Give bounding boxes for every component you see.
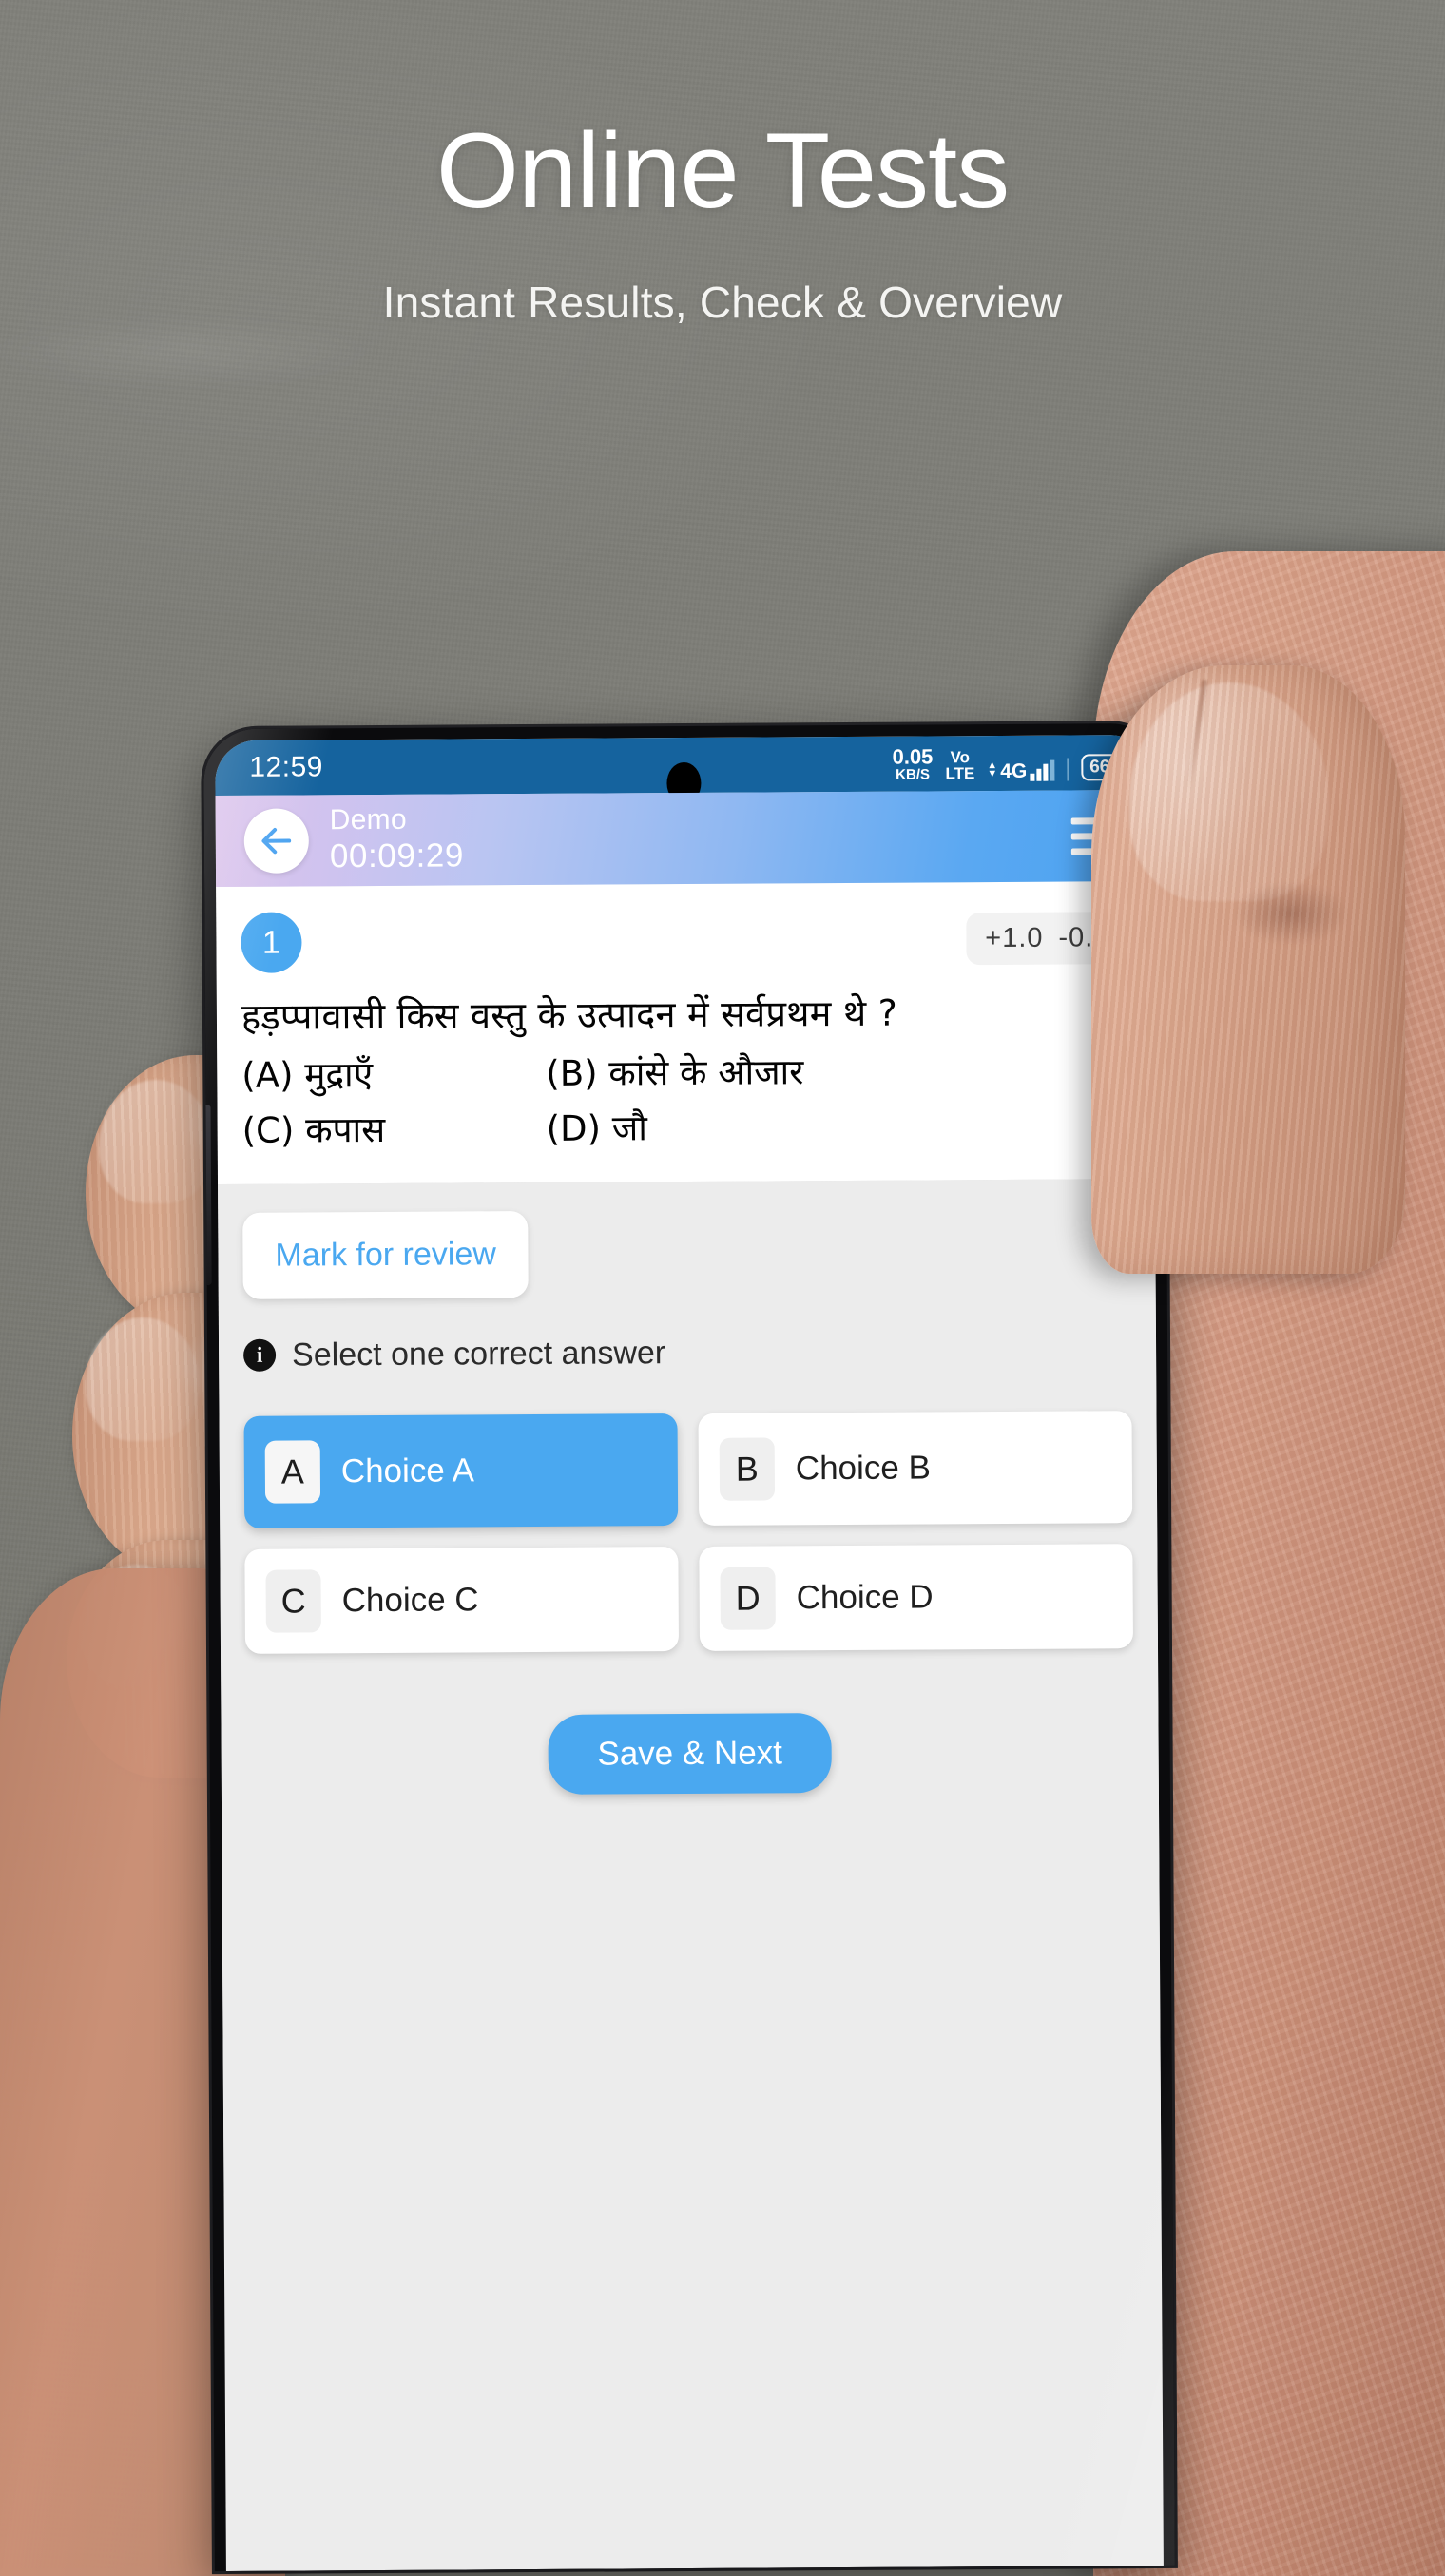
choice-letter-b: B: [719, 1437, 776, 1501]
promo-text-block: Online Tests Instant Results, Check & Ov…: [0, 118, 1445, 328]
question-card: 1 +1.0 -0.0 हड़प्पावासी किस वस्तु के उत्…: [216, 881, 1155, 1184]
choice-letter-c: C: [265, 1569, 321, 1633]
volte-bottom-text: LTE: [945, 763, 975, 782]
question-option-c: (C) कपास: [241, 1109, 386, 1152]
question-card-header: 1 +1.0 -0.0: [241, 902, 1129, 978]
volte-top-text: Vo: [950, 747, 971, 766]
network-speed-indicator: 0.05 KB/S: [892, 743, 934, 783]
thumb-skin-texture: [1091, 665, 1405, 1274]
phone-device: 12:59 0.05 KB/S Vo LTE ▲ ▼ 4G 66 Demo 00…: [203, 722, 1175, 2572]
choice-label-d: Choice D: [796, 1578, 934, 1617]
question-option-b: (B) कांसे के औजार: [546, 1051, 804, 1095]
choice-label-c: Choice C: [341, 1581, 479, 1620]
answer-choices-grid: A Choice A B Choice B C Choice C D Choic…: [243, 1410, 1134, 1654]
exam-title: Demo: [329, 803, 408, 836]
mark-for-review-button[interactable]: Mark for review: [242, 1210, 530, 1299]
select-answer-hint-label: Select one correct answer: [291, 1334, 666, 1374]
select-answer-hint: i Select one correct answer: [243, 1332, 1131, 1375]
marks-positive: +1.0: [985, 922, 1044, 953]
question-options-list: (A) मुद्राएँ (B) कांसे के औजार (C) कपास …: [241, 1047, 1130, 1155]
phone-screen: 12:59 0.05 KB/S Vo LTE ▲ ▼ 4G 66 Demo 00…: [215, 735, 1164, 2571]
signal-indicator: ▲ ▼ 4G: [987, 759, 1055, 782]
app-bar-texts: Demo 00:09:29: [329, 803, 465, 876]
data-transfer-arrows-icon: ▲ ▼: [987, 759, 998, 780]
status-clock: 12:59: [249, 751, 324, 783]
answer-choice-c[interactable]: C Choice C: [244, 1546, 680, 1654]
question-option-a: (A) मुद्राएँ: [241, 1054, 374, 1097]
arrow-left-icon: [261, 827, 292, 855]
answer-area: Mark for review i Select one correct ans…: [218, 1178, 1162, 2196]
network-type-label: 4G: [1000, 759, 1028, 782]
promo-headline: Online Tests: [435, 111, 1010, 230]
question-option-d: (D) जौ: [546, 1107, 647, 1150]
save-and-next-button[interactable]: Save & Next: [548, 1712, 833, 1795]
status-indicators: 0.05 KB/S Vo LTE ▲ ▼ 4G 66: [892, 743, 1119, 783]
status-bar: 12:59 0.05 KB/S Vo LTE ▲ ▼ 4G 66: [215, 735, 1153, 805]
answer-choice-b[interactable]: B Choice B: [698, 1410, 1133, 1526]
choice-letter-a: A: [264, 1440, 321, 1504]
signal-bars-icon: [1030, 759, 1055, 781]
choice-label-b: Choice B: [795, 1449, 931, 1488]
app-bar: Demo 00:09:29: [215, 790, 1154, 888]
answer-choice-a[interactable]: A Choice A: [243, 1413, 679, 1528]
question-body: हड़प्पावासी किस वस्तु के उत्पादन में सर्…: [241, 988, 1130, 1155]
bottom-spacer: [246, 1791, 1137, 2196]
network-speed-value: 0.05: [892, 743, 934, 769]
question-number-badge: 1: [241, 912, 302, 973]
hand-thumb: [1091, 665, 1405, 1274]
question-text: हड़प्पावासी किस वस्तु के उत्पादन में सर्…: [241, 991, 898, 1038]
sim-divider: [1067, 758, 1069, 781]
network-speed-unit: KB/S: [896, 765, 931, 783]
save-next-wrapper: Save & Next: [245, 1711, 1133, 1797]
back-button[interactable]: [243, 808, 310, 874]
answer-choice-d[interactable]: D Choice D: [699, 1543, 1134, 1651]
choice-letter-d: D: [720, 1567, 776, 1630]
volte-icon: Vo LTE: [945, 747, 975, 782]
promo-subheadline: Instant Results, Check & Overview: [382, 278, 1063, 327]
choice-label-a: Choice A: [340, 1451, 475, 1490]
exam-timer: 00:09:29: [329, 836, 465, 875]
info-icon: i: [243, 1338, 277, 1373]
